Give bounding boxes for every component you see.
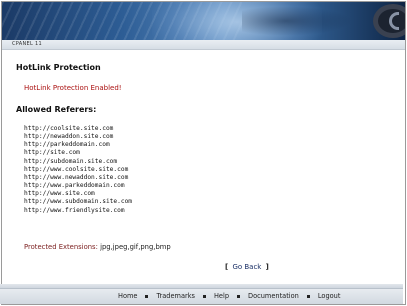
- extensions-label: Protected Extensions:: [24, 243, 98, 251]
- referer-item: http://parkeddomain.com: [24, 141, 110, 149]
- footer-nav: Home Trademarks Help Documentation Logout: [118, 292, 340, 300]
- footer-separator: [306, 294, 310, 298]
- protected-extensions: Protected Extensions: jpg,jpeg,gif,png,b…: [24, 243, 171, 251]
- go-back-link[interactable]: Go Back: [232, 263, 261, 271]
- footer-link-documentation[interactable]: Documentation: [248, 292, 299, 300]
- footer-link-help[interactable]: Help: [214, 292, 229, 300]
- footer-link-trademarks[interactable]: Trademarks: [156, 292, 194, 300]
- referer-item: http://www.coolsite.site.com: [24, 165, 129, 173]
- referer-item: http://site.com: [24, 149, 80, 157]
- referer-item: http://newaddon.site.com: [24, 133, 114, 141]
- go-back-bracket-close: ]: [265, 263, 269, 271]
- world-map-graphic: [242, 6, 352, 36]
- status-message: HotLink Protection Enabled!: [24, 84, 122, 92]
- extensions-value: jpg,jpeg,gif,png,bmp: [100, 243, 171, 251]
- footer-separator: [202, 294, 206, 298]
- page-title: HotLink Protection: [16, 63, 101, 72]
- subbar-label: CPANEL 11: [12, 41, 42, 47]
- header-banner: [2, 2, 405, 40]
- footer-bar: Home Trademarks Help Documentation Logout: [0, 288, 403, 304]
- referer-item: http://coolsite.site.com: [24, 125, 114, 132]
- referer-item: http://www.friendlysite.com: [24, 206, 125, 214]
- go-back-bracket-open: [: [225, 263, 229, 271]
- go-back-row: [ Go Back ]: [225, 263, 269, 271]
- referer-item: http://www.newaddon.site.com: [24, 173, 129, 181]
- referer-item: http://subdomain.site.com: [24, 157, 118, 165]
- referer-item: http://www.subdomain.site.com: [24, 198, 133, 206]
- referer-item: http://www.site.com: [24, 190, 95, 198]
- referers-heading: Allowed Referers:: [16, 105, 97, 114]
- referer-list: http://coolsite.site.com http://newaddon…: [24, 125, 132, 215]
- referer-item: http://www.parkeddomain.com: [24, 182, 125, 190]
- header-subbar: CPANEL 11: [2, 40, 405, 50]
- footer-separator: [237, 294, 241, 298]
- footer-separator: [145, 294, 149, 298]
- footer-link-home[interactable]: Home: [118, 292, 137, 300]
- footer-link-logout[interactable]: Logout: [318, 292, 341, 300]
